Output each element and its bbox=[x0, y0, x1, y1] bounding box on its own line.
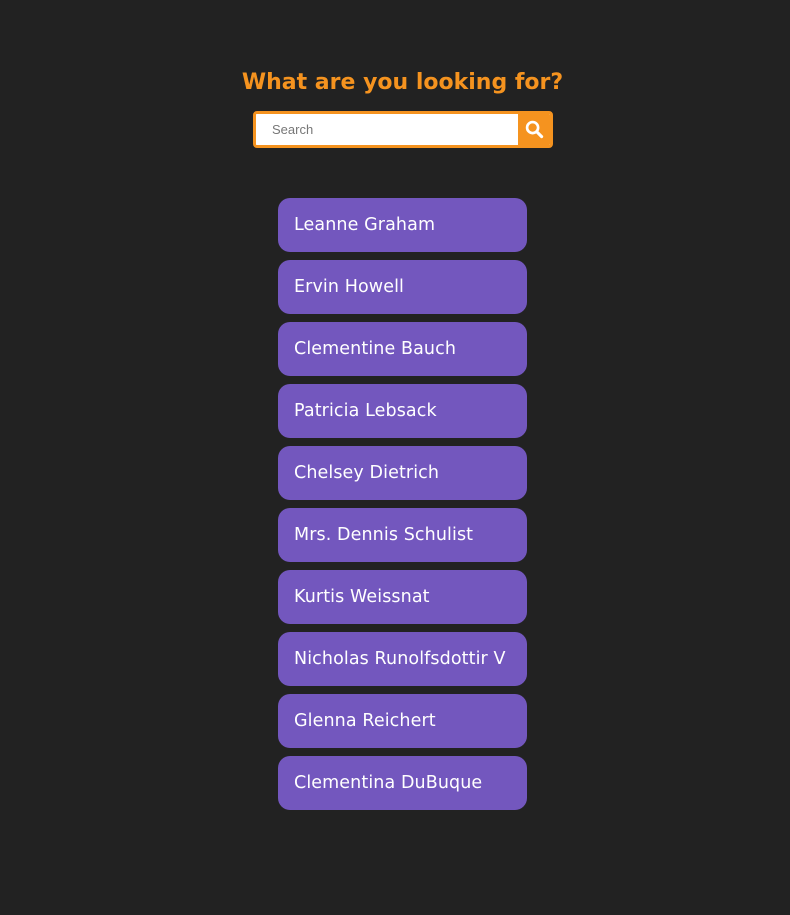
list-item[interactable]: Nicholas Runolfsdottir V bbox=[278, 632, 527, 686]
list-item[interactable]: Ervin Howell bbox=[278, 260, 527, 314]
results-list: Leanne Graham Ervin Howell Clementine Ba… bbox=[278, 198, 527, 818]
list-item[interactable]: Clementine Bauch bbox=[278, 322, 527, 376]
list-item-label: Patricia Lebsack bbox=[294, 401, 437, 421]
list-item[interactable]: Clementina DuBuque bbox=[278, 756, 527, 810]
list-item-label: Glenna Reichert bbox=[294, 711, 436, 731]
list-item[interactable]: Glenna Reichert bbox=[278, 694, 527, 748]
list-item-label: Clementine Bauch bbox=[294, 339, 457, 359]
page: What are you looking for? Leanne Graham … bbox=[0, 0, 790, 915]
search-button[interactable] bbox=[518, 114, 550, 145]
list-item[interactable]: Leanne Graham bbox=[278, 198, 527, 252]
list-item-label: Nicholas Runolfsdottir V bbox=[294, 649, 506, 669]
list-item[interactable]: Mrs. Dennis Schulist bbox=[278, 508, 527, 562]
list-item-label: Chelsey Dietrich bbox=[294, 463, 440, 483]
list-item-label: Clementina DuBuque bbox=[294, 773, 483, 793]
list-item-label: Mrs. Dennis Schulist bbox=[294, 525, 474, 545]
list-item-label: Leanne Graham bbox=[294, 215, 436, 235]
list-item-label: Kurtis Weissnat bbox=[294, 587, 430, 607]
list-item[interactable]: Chelsey Dietrich bbox=[278, 446, 527, 500]
list-item-label: Ervin Howell bbox=[294, 277, 404, 297]
search-icon bbox=[525, 120, 544, 139]
search-input[interactable] bbox=[256, 114, 518, 145]
list-item[interactable]: Patricia Lebsack bbox=[278, 384, 527, 438]
search-bar bbox=[253, 111, 553, 148]
page-title: What are you looking for? bbox=[241, 70, 564, 95]
list-item[interactable]: Kurtis Weissnat bbox=[278, 570, 527, 624]
